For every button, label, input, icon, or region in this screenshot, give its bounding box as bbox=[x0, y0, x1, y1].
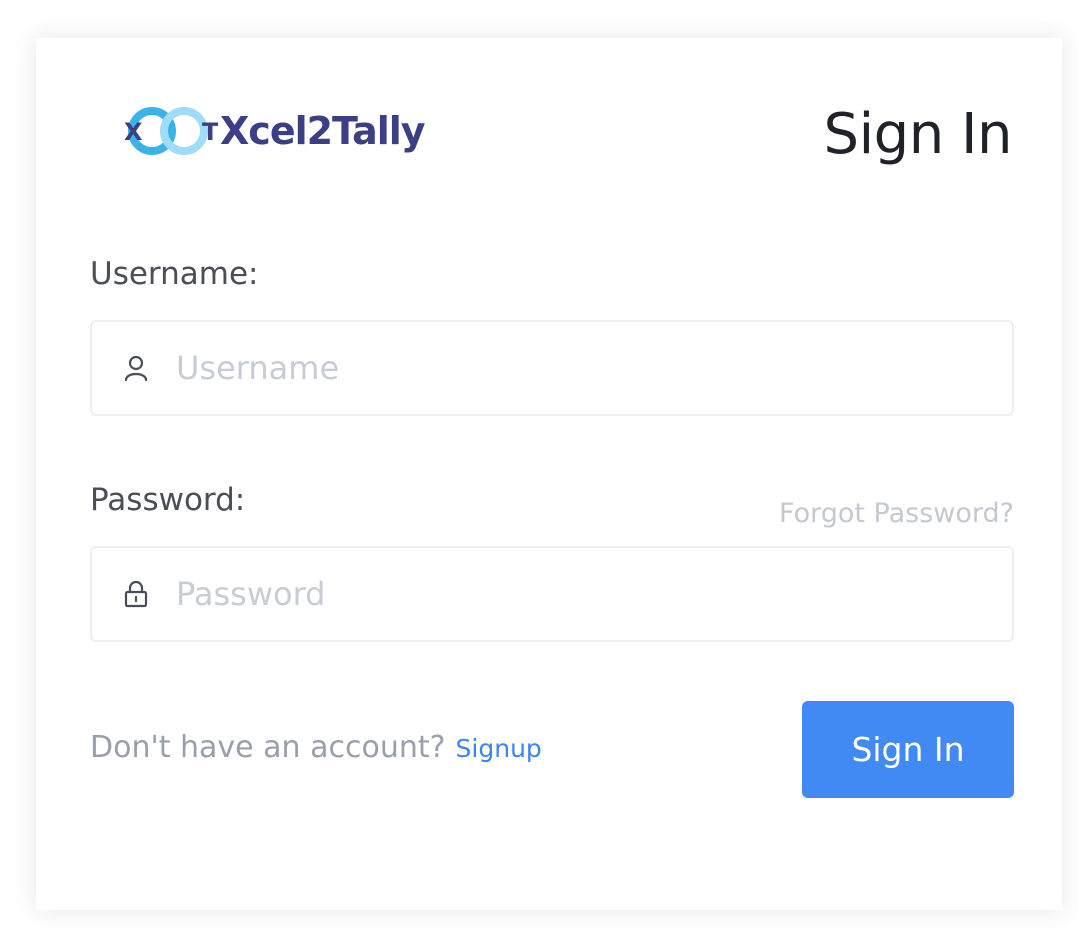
forgot-password-link[interactable]: Forgot Password? bbox=[779, 498, 1014, 529]
svg-text:T: T bbox=[202, 118, 218, 146]
svg-text:X: X bbox=[124, 118, 143, 146]
username-label: Username: bbox=[90, 256, 259, 292]
signup-prompt: Don't have an account? Signup bbox=[90, 730, 542, 765]
lock-icon bbox=[122, 580, 150, 608]
sign-in-button[interactable]: Sign In bbox=[802, 701, 1014, 798]
logo-rings-icon: X T bbox=[124, 107, 218, 155]
brand-logo: X T Xcel2Tally bbox=[120, 100, 440, 162]
page-title: Sign In bbox=[823, 102, 1013, 167]
sign-in-card: X T Xcel2Tally Sign In Username: Passwor… bbox=[36, 38, 1062, 910]
user-icon bbox=[122, 354, 150, 382]
username-field-container[interactable] bbox=[90, 320, 1014, 416]
password-label: Password: bbox=[90, 482, 246, 518]
logo-text: Xcel2Tally bbox=[220, 109, 426, 153]
password-input[interactable] bbox=[176, 548, 1012, 640]
password-field-container[interactable] bbox=[90, 546, 1014, 642]
username-input[interactable] bbox=[176, 322, 1012, 414]
signup-link[interactable]: Signup bbox=[456, 734, 542, 763]
account-prompt-text: Don't have an account? bbox=[90, 730, 446, 765]
